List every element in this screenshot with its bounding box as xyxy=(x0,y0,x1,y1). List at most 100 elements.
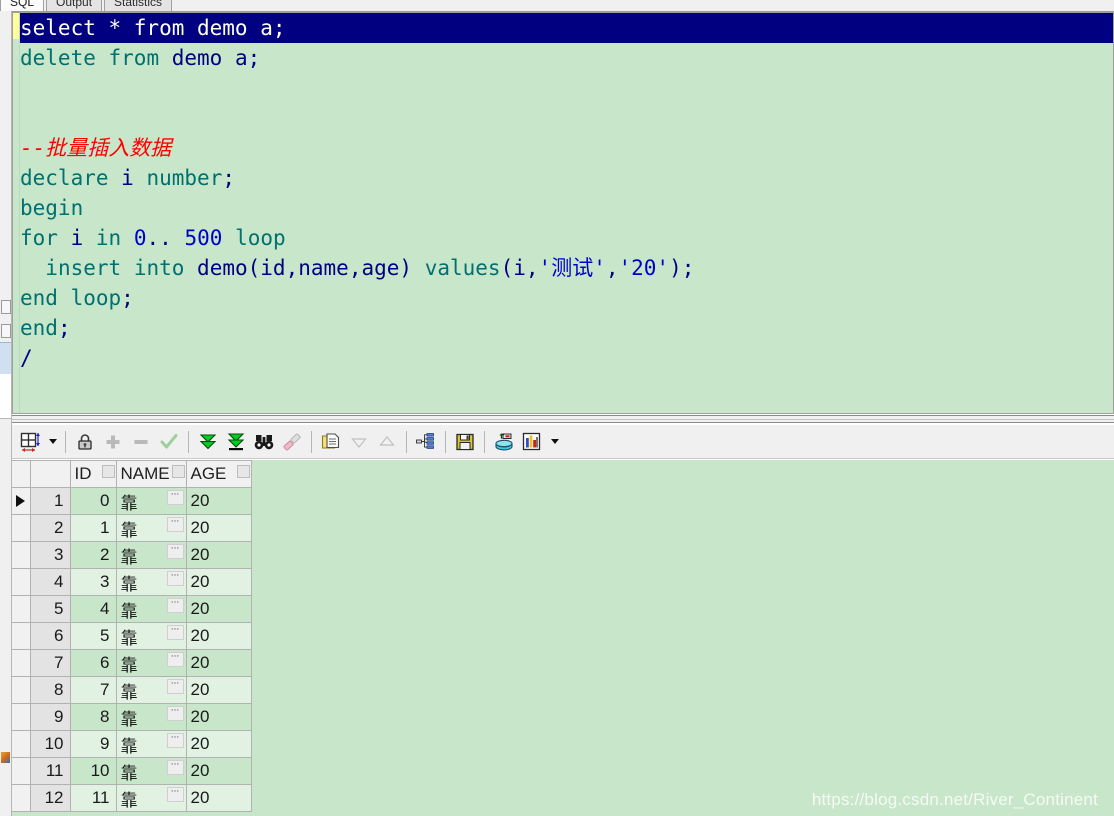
code-line[interactable]: begin xyxy=(20,193,1113,223)
explain-plan-button[interactable] xyxy=(413,429,439,455)
tab-statistics[interactable]: Statistics xyxy=(104,0,173,11)
cell-expand-ellipsis-button[interactable]: ··· xyxy=(166,517,184,532)
cell-id[interactable]: 7 xyxy=(70,676,117,704)
cell-age[interactable]: 20 xyxy=(186,595,252,623)
cell-age[interactable]: 20 xyxy=(186,649,252,677)
fetch-next-page-button[interactable] xyxy=(195,429,221,455)
chart-dropdown[interactable] xyxy=(547,429,561,455)
post-changes-button[interactable] xyxy=(156,429,182,455)
cell-id[interactable]: 4 xyxy=(70,595,117,623)
cell-id[interactable]: 10 xyxy=(70,757,117,785)
cell-expand-ellipsis-button[interactable]: ··· xyxy=(166,733,184,748)
row-indicator-cell[interactable] xyxy=(12,541,31,569)
cell-name[interactable]: 靠 ··· xyxy=(116,487,187,515)
table-row[interactable]: 11 10 靠 ··· 20 xyxy=(12,757,252,785)
code-line[interactable]: for i in 0.. 500 loop xyxy=(20,223,1113,253)
cell-expand-ellipsis-button[interactable]: ··· xyxy=(166,760,184,775)
cell-id[interactable]: 9 xyxy=(70,730,117,758)
table-row[interactable]: 4 3 靠 ··· 20 xyxy=(12,568,252,596)
cell-age[interactable]: 20 xyxy=(186,730,252,758)
cell-name[interactable]: 靠 ··· xyxy=(116,541,187,569)
table-row[interactable]: 10 9 靠 ··· 20 xyxy=(12,730,252,758)
table-row[interactable]: 5 4 靠 ··· 20 xyxy=(12,595,252,623)
grid-layout-dropdown[interactable] xyxy=(45,429,59,455)
cell-id[interactable]: 2 xyxy=(70,541,117,569)
cell-id[interactable]: 3 xyxy=(70,568,117,596)
cell-expand-ellipsis-button[interactable]: ··· xyxy=(166,787,184,802)
export-data-button[interactable] xyxy=(491,429,517,455)
cell-name[interactable]: 靠 ··· xyxy=(116,649,187,677)
cell-expand-ellipsis-button[interactable]: ··· xyxy=(166,598,184,613)
cell-age[interactable]: 20 xyxy=(186,487,252,515)
column-header-name[interactable]: NAME xyxy=(116,460,187,488)
cell-age[interactable]: 20 xyxy=(186,514,252,542)
fetch-last-page-button[interactable] xyxy=(223,429,249,455)
cell-age[interactable]: 20 xyxy=(186,541,252,569)
cell-age[interactable]: 20 xyxy=(186,568,252,596)
sql-code-text[interactable]: select * from demo a; delete from demo a;… xyxy=(20,13,1113,413)
code-line[interactable]: insert into demo(id,name,age) values(i,'… xyxy=(20,253,1113,283)
table-row[interactable]: 3 2 靠 ··· 20 xyxy=(12,541,252,569)
row-indicator-cell[interactable] xyxy=(12,514,31,542)
code-line[interactable]: select * from demo a; xyxy=(20,13,1113,43)
cell-expand-ellipsis-button[interactable]: ··· xyxy=(166,490,184,505)
left-dock-button-1[interactable] xyxy=(1,300,11,314)
row-indicator-cell[interactable] xyxy=(12,784,31,812)
tab-output[interactable]: Output xyxy=(46,0,103,11)
row-indicator-cell[interactable] xyxy=(12,622,31,650)
sort-ascending-button[interactable] xyxy=(374,429,400,455)
cell-expand-ellipsis-button[interactable]: ··· xyxy=(166,652,184,667)
cell-age[interactable]: 20 xyxy=(186,622,252,650)
cell-name[interactable]: 靠 ··· xyxy=(116,730,187,758)
editor-results-splitter[interactable] xyxy=(12,415,1114,423)
cell-expand-ellipsis-button[interactable]: ··· xyxy=(166,625,184,640)
code-line[interactable]: declare i number; xyxy=(20,163,1113,193)
cell-id[interactable]: 1 xyxy=(70,514,117,542)
code-line[interactable]: delete from demo a; xyxy=(20,43,1113,73)
cell-id[interactable]: 6 xyxy=(70,649,117,677)
cell-expand-ellipsis-button[interactable]: ··· xyxy=(166,679,184,694)
cell-id[interactable]: 5 xyxy=(70,622,117,650)
cell-expand-ellipsis-button[interactable]: ··· xyxy=(166,544,184,559)
copy-to-clipboard-button[interactable] xyxy=(318,429,344,455)
cell-name[interactable]: 靠 ··· xyxy=(116,568,187,596)
column-resize-grip[interactable] xyxy=(101,465,115,478)
table-row[interactable]: 9 8 靠 ··· 20 xyxy=(12,703,252,731)
cell-expand-ellipsis-button[interactable]: ··· xyxy=(166,571,184,586)
column-header-id[interactable]: ID xyxy=(70,460,117,488)
column-header-age[interactable]: AGE xyxy=(186,460,252,488)
left-dock-selected-item[interactable] xyxy=(0,342,11,376)
cell-name[interactable]: 靠 ··· xyxy=(116,757,187,785)
code-line[interactable] xyxy=(20,73,1113,103)
table-row[interactable]: 7 6 靠 ··· 20 xyxy=(12,649,252,677)
delete-row-button[interactable] xyxy=(128,429,154,455)
row-indicator-cell[interactable] xyxy=(12,487,31,515)
row-indicator-cell[interactable] xyxy=(12,676,31,704)
table-row[interactable]: 12 11 靠 ··· 20 xyxy=(12,784,252,812)
cell-name[interactable]: 靠 ··· xyxy=(116,784,187,812)
cell-name[interactable]: 靠 ··· xyxy=(116,514,187,542)
table-row[interactable]: 8 7 靠 ··· 20 xyxy=(12,676,252,704)
results-grid[interactable]: ID NAME AGE 1 0 靠 ··· 20 2 1 靠 ··· 20 3 2 靠 ··· 20 4 3 靠 ·… xyxy=(12,460,1114,816)
code-line[interactable]: end; xyxy=(20,313,1113,343)
code-line[interactable]: / xyxy=(20,343,1113,373)
clear-filter-button[interactable] xyxy=(279,429,305,455)
column-resize-grip[interactable] xyxy=(171,465,185,478)
cell-age[interactable]: 20 xyxy=(186,676,252,704)
left-dock-button-2[interactable] xyxy=(1,324,11,338)
cell-name[interactable]: 靠 ··· xyxy=(116,595,187,623)
cell-age[interactable]: 20 xyxy=(186,703,252,731)
find-button[interactable] xyxy=(251,429,277,455)
row-indicator-cell[interactable] xyxy=(12,730,31,758)
row-indicator-cell[interactable] xyxy=(12,649,31,677)
chart-button[interactable] xyxy=(519,429,545,455)
cell-id[interactable]: 8 xyxy=(70,703,117,731)
code-line[interactable]: --批量插入数据 xyxy=(20,133,1113,163)
table-row[interactable]: 6 5 靠 ··· 20 xyxy=(12,622,252,650)
insert-row-button[interactable] xyxy=(100,429,126,455)
cell-id[interactable]: 11 xyxy=(70,784,117,812)
row-indicator-cell[interactable] xyxy=(12,568,31,596)
cell-age[interactable]: 20 xyxy=(186,757,252,785)
cell-id[interactable]: 0 xyxy=(70,487,117,515)
cell-expand-ellipsis-button[interactable]: ··· xyxy=(166,706,184,721)
